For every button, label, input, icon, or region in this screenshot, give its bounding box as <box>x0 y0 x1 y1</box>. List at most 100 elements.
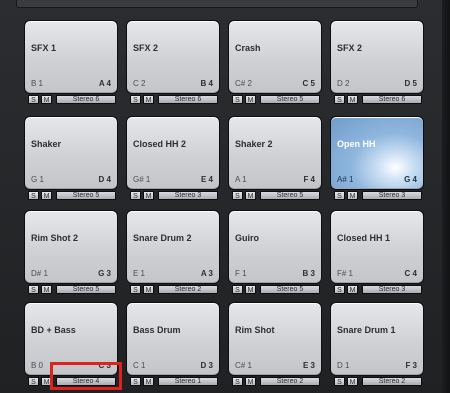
mute-button[interactable]: M <box>245 285 256 294</box>
pad-controls: S M Stereo 6 <box>28 95 118 104</box>
pad-key: C 5 <box>302 79 315 88</box>
mute-button[interactable]: M <box>347 377 358 386</box>
mute-button[interactable]: M <box>245 377 256 386</box>
drum-pad[interactable]: Closed HH 2 G# 1 E 4 <box>126 116 220 190</box>
pad-name: SFX 2 <box>133 43 159 53</box>
drum-pad[interactable]: Shaker G 1 D 4 <box>24 116 118 190</box>
mute-button[interactable]: M <box>41 285 52 294</box>
pad-note: B 0 <box>31 361 44 370</box>
mute-button[interactable]: M <box>41 95 52 104</box>
pad-controls: S M Stereo 2 <box>232 377 322 386</box>
solo-button[interactable]: S <box>334 191 345 200</box>
output-selector[interactable]: Stereo 6 <box>56 95 116 104</box>
pad-controls: S M Stereo 3 <box>130 191 220 200</box>
drum-pad[interactable]: SFX 2 C 2 B 4 <box>126 20 220 94</box>
pad-name: Guiro <box>235 233 259 243</box>
pad-controls: S M Stereo 5 <box>28 285 118 294</box>
pad-name: SFX 1 <box>31 43 57 53</box>
output-selector[interactable]: Stereo 6 <box>362 95 422 104</box>
output-selector[interactable]: Stereo 2 <box>158 285 218 294</box>
drum-pad[interactable]: Guiro F 1 B 3 <box>228 210 322 284</box>
pad-name: Bass Drum <box>133 325 181 335</box>
pad-note: E 1 <box>133 269 146 278</box>
output-selector[interactable]: Stereo 5 <box>260 191 320 200</box>
pad-key: F 4 <box>303 175 315 184</box>
solo-button[interactable]: S <box>334 377 345 386</box>
pad-note: D# 1 <box>31 269 48 278</box>
output-selector[interactable]: Stereo 1 <box>158 377 218 386</box>
pad-key: B 4 <box>200 79 213 88</box>
mute-button[interactable]: M <box>143 285 154 294</box>
mute-button[interactable]: M <box>347 95 358 104</box>
pad-note: B 1 <box>31 79 44 88</box>
solo-button[interactable]: S <box>28 95 39 104</box>
solo-button[interactable]: S <box>130 285 141 294</box>
solo-button[interactable]: S <box>232 285 243 294</box>
drum-pad[interactable]: SFX 2 D 2 D 5 <box>330 20 424 94</box>
mute-button[interactable]: M <box>347 285 358 294</box>
solo-button[interactable]: S <box>130 191 141 200</box>
mute-button[interactable]: M <box>245 191 256 200</box>
solo-button[interactable]: S <box>232 191 243 200</box>
pad-note: D 2 <box>337 79 350 88</box>
drum-pad[interactable]: Shaker 2 A 1 F 4 <box>228 116 322 190</box>
output-selector[interactable]: Stereo 3 <box>158 191 218 200</box>
mute-button[interactable]: M <box>143 377 154 386</box>
pad-name: Open HH <box>337 139 376 149</box>
mute-button[interactable]: M <box>143 95 154 104</box>
pad-key: A 4 <box>98 79 111 88</box>
output-selector[interactable]: Stereo 5 <box>56 191 116 200</box>
pad-controls: S M Stereo 5 <box>28 191 118 200</box>
pad-controls: S M Stereo 5 <box>232 191 322 200</box>
pad-key: D 3 <box>200 361 213 370</box>
output-selector[interactable]: Stereo 5 <box>260 285 320 294</box>
pad-controls: S M Stereo 5 <box>232 285 322 294</box>
drum-pad[interactable]: SFX 1 B 1 A 4 <box>24 20 118 94</box>
pad-controls: S M Stereo 6 <box>130 95 220 104</box>
solo-button[interactable]: S <box>28 377 39 386</box>
drum-pad[interactable]: Bass Drum C 1 D 3 <box>126 302 220 376</box>
pad-note: G 1 <box>31 175 44 184</box>
drum-pad[interactable]: Snare Drum 1 D 1 F 3 <box>330 302 424 376</box>
pad-controls: S M Stereo 2 <box>130 285 220 294</box>
pad-controls: S M Stereo 6 <box>334 95 424 104</box>
pad-key: D 5 <box>404 79 417 88</box>
pad-controls: S M Stereo 2 <box>334 377 424 386</box>
pad-controls: S M Stereo 1 <box>130 377 220 386</box>
pad-name: Crash <box>235 43 261 53</box>
solo-button[interactable]: S <box>28 191 39 200</box>
mute-button[interactable]: M <box>245 95 256 104</box>
mute-button[interactable]: M <box>143 191 154 200</box>
output-selector-highlight <box>50 362 122 390</box>
drum-pad[interactable]: Rim Shot C# 1 E 3 <box>228 302 322 376</box>
output-selector[interactable]: Stereo 6 <box>158 95 218 104</box>
mute-button[interactable]: M <box>347 191 358 200</box>
drum-pad[interactable]: Snare Drum 2 E 1 A 3 <box>126 210 220 284</box>
output-selector[interactable]: Stereo 3 <box>362 191 422 200</box>
output-selector[interactable]: Stereo 5 <box>260 95 320 104</box>
pad-grid: SFX 1B 1A 4 S M Stereo 6 SFX 2C 2B 4 S M Stereo… <box>24 20 424 393</box>
pad-name: Snare Drum 1 <box>337 325 396 335</box>
solo-button[interactable]: S <box>334 285 345 294</box>
output-selector[interactable]: Stereo 3 <box>362 285 422 294</box>
solo-button[interactable]: S <box>232 377 243 386</box>
top-strip <box>16 0 418 8</box>
pad-name: Rim Shot 2 <box>31 233 79 243</box>
drum-pad[interactable]: Open HH A# 1 G 4 <box>330 116 424 190</box>
output-selector[interactable]: Stereo 2 <box>362 377 422 386</box>
pad-note: F 1 <box>235 269 247 278</box>
solo-button[interactable]: S <box>130 95 141 104</box>
pad-note: F# 1 <box>337 269 354 278</box>
solo-button[interactable]: S <box>334 95 345 104</box>
solo-button[interactable]: S <box>28 285 39 294</box>
drum-pad[interactable]: Closed HH 1 F# 1 C 4 <box>330 210 424 284</box>
pad-key: D 4 <box>98 175 111 184</box>
drum-pad[interactable]: Crash C# 2 C 5 <box>228 20 322 94</box>
output-selector[interactable]: Stereo 2 <box>260 377 320 386</box>
pad-note: D 1 <box>337 361 350 370</box>
output-selector[interactable]: Stereo 5 <box>56 285 116 294</box>
drum-pad[interactable]: Rim Shot 2 D# 1 G 3 <box>24 210 118 284</box>
solo-button[interactable]: S <box>130 377 141 386</box>
mute-button[interactable]: M <box>41 191 52 200</box>
solo-button[interactable]: S <box>232 95 243 104</box>
